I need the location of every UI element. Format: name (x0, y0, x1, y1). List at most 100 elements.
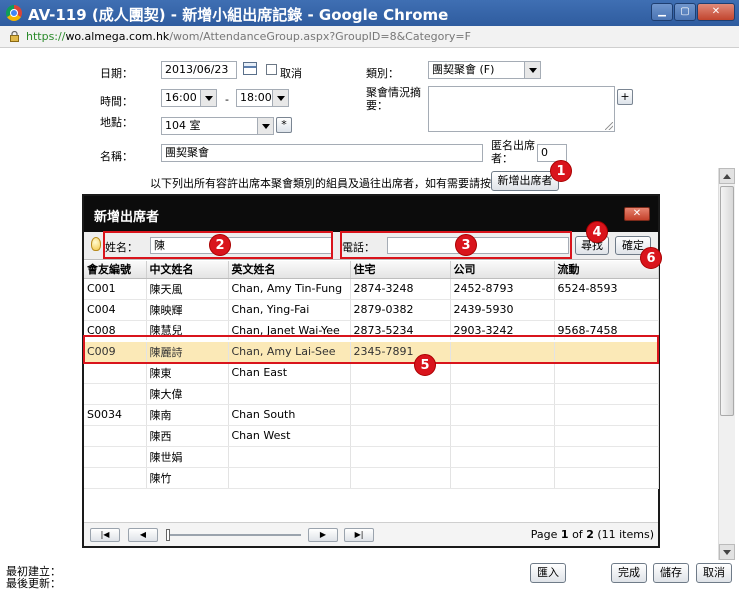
table-cell (450, 383, 555, 405)
scroll-thumb[interactable] (720, 186, 734, 416)
chrome-logo-icon (6, 5, 22, 21)
url-path: /wom/AttendanceGroup.aspx?GroupID=8&Cate… (169, 30, 471, 43)
resize-grip-icon[interactable] (605, 122, 613, 130)
anon-attendees-label: 匿名出席者： (491, 139, 535, 165)
table-cell: 陳映輝 (146, 299, 229, 321)
time-label: 時間： (100, 95, 133, 108)
import-button[interactable]: 匯入 (530, 563, 566, 583)
page-slider[interactable] (166, 529, 301, 541)
next-page-button[interactable]: ▶ (308, 528, 338, 542)
table-cell (350, 425, 451, 447)
summary-add-button[interactable]: + (617, 89, 633, 105)
notice-text: 以下列出所有容許出席本聚會類別的組員及過往出席者，如有需要請按 (150, 177, 491, 190)
address-bar[interactable]: https://wo.almega.com.hk/wom/AttendanceG… (0, 26, 739, 48)
category-select[interactable]: 團契聚會 (F) (428, 61, 541, 79)
done-button[interactable]: 完成 (611, 563, 647, 583)
table-cell (554, 362, 659, 384)
lightbulb-icon (91, 237, 101, 251)
url-host: wo.almega.com.hk (65, 30, 170, 43)
table-cell: 2874-3248 (350, 278, 451, 300)
page-info: Page 1 of 2 (11 items) (531, 528, 654, 541)
table-cell (450, 446, 555, 468)
dialog-close-button[interactable]: ✕ (624, 207, 650, 221)
scroll-down-icon[interactable] (719, 544, 735, 560)
minimize-button[interactable]: ▁ (651, 3, 673, 21)
prev-page-button[interactable]: ◀ (128, 528, 158, 542)
column-header[interactable]: 中文姓名 (146, 261, 229, 279)
annotation-badge-1: 1 (550, 160, 572, 182)
table-cell: Chan East (228, 362, 351, 384)
page-slider-handle[interactable] (166, 529, 170, 541)
category-value: 團契聚會 (F) (432, 63, 495, 76)
table-cell: Chan, Amy Tin-Fung (228, 278, 351, 300)
url-protocol: https:// (26, 30, 66, 43)
location-add-button[interactable]: * (276, 117, 292, 133)
table-row[interactable]: 陳竹 (84, 467, 659, 489)
last-page-button[interactable]: ▶| (344, 528, 374, 542)
page-of: of (568, 528, 587, 541)
table-cell (228, 467, 351, 489)
add-attendee-button[interactable]: 新增出席者 (491, 171, 559, 191)
table-cell (554, 425, 659, 447)
location-select[interactable]: 104 室 (161, 117, 274, 135)
updated-label: 最後更新： (6, 577, 61, 590)
column-header[interactable]: 住宅 (350, 261, 451, 279)
first-page-button[interactable]: |◀ (90, 528, 120, 542)
category-label: 類別： (366, 67, 399, 80)
table-cell (84, 446, 147, 468)
table-cell (228, 383, 351, 405)
summary-label: 聚會情況摘要： (366, 86, 421, 112)
table-cell: 6524-8593 (554, 278, 659, 300)
table-cell: 陳天風 (146, 278, 229, 300)
time-end-select[interactable]: 18:00 (236, 89, 289, 107)
table-row[interactable]: S0034 陳南 Chan South (84, 404, 659, 426)
dialog-title: 新增出席者 (94, 210, 160, 225)
table-row[interactable]: C004 陳映輝 Chan, Ying-Fai 2879-0382 2439-5930 (84, 299, 659, 321)
page-scrollbar[interactable] (718, 168, 735, 560)
table-cell: 陳西 (146, 425, 229, 447)
table-cell (350, 446, 451, 468)
cancel-button[interactable]: 取消 (696, 563, 732, 583)
chevron-down-icon (272, 90, 288, 106)
maximize-button[interactable]: ▢ (674, 3, 696, 21)
table-cell: Chan, Ying-Fai (228, 299, 351, 321)
table-cell (350, 467, 451, 489)
grid-pager: |◀ ◀ ▶ ▶| Page 1 of 2 (11 items) (84, 522, 658, 546)
table-cell: C004 (84, 299, 147, 321)
location-value: 104 室 (165, 119, 201, 132)
name-field[interactable]: 團契聚會 (161, 144, 483, 162)
table-cell (350, 404, 451, 426)
column-header[interactable]: 會友編號 (84, 261, 147, 279)
date-field[interactable]: 2013/06/23 (161, 61, 237, 79)
table-cell: 陳世娟 (146, 446, 229, 468)
table-cell: 陳南 (146, 404, 229, 426)
table-cell: S0034 (84, 404, 147, 426)
chevron-down-icon (524, 62, 540, 78)
close-window-button[interactable]: ✕ (697, 3, 735, 21)
table-row[interactable]: 陳大偉 (84, 383, 659, 405)
table-row[interactable]: 陳西 Chan West (84, 425, 659, 447)
table-cell (554, 404, 659, 426)
cancel-checkbox[interactable] (266, 64, 277, 75)
summary-textarea[interactable] (428, 86, 615, 132)
chevron-down-icon (200, 90, 216, 106)
column-header[interactable]: 公司 (450, 261, 555, 279)
save-button[interactable]: 儲存 (653, 563, 689, 583)
scroll-up-icon[interactable] (719, 168, 735, 184)
table-cell (450, 425, 555, 447)
member-grid: 會友編號 中文姓名 英文姓名 住宅 公司 流動 C001 陳天風 Chan, Amy Tin-… (84, 261, 659, 489)
table-cell (84, 362, 147, 384)
table-row[interactable]: C001 陳天風 Chan, Amy Tin-Fung 2874-3248 2452-8… (84, 278, 659, 300)
table-cell (450, 404, 555, 426)
time-start-select[interactable]: 16:00 (161, 89, 217, 107)
table-cell: C001 (84, 278, 147, 300)
time-end-value: 18:00 (240, 91, 272, 104)
name-label: 名稱： (100, 150, 133, 163)
location-label: 地點： (100, 116, 133, 129)
time-start-value: 16:00 (165, 91, 197, 104)
table-row[interactable]: 陳世娟 (84, 446, 659, 468)
table-cell (84, 383, 147, 405)
table-row[interactable]: 陳東 Chan East (84, 362, 659, 384)
column-header[interactable]: 英文姓名 (228, 261, 351, 279)
calendar-icon[interactable] (243, 62, 257, 75)
